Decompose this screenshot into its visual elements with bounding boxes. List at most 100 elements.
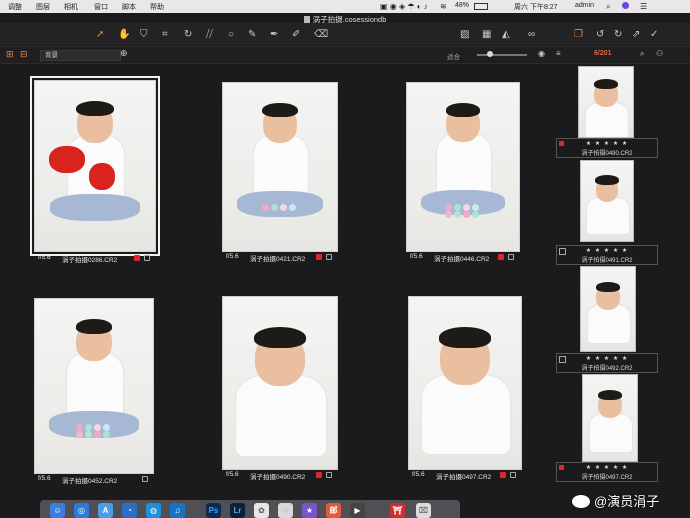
color-label-tag[interactable]: [134, 255, 140, 261]
search-icon[interactable]: ⌕: [606, 2, 610, 12]
thumbnail-image[interactable]: [34, 298, 154, 474]
thumbnail-image[interactable]: [222, 296, 338, 470]
color-label-tag[interactable]: [316, 254, 322, 260]
crop-icon[interactable]: ⌗: [162, 29, 168, 40]
siri-icon[interactable]: [622, 2, 629, 9]
variant-icon[interactable]: [326, 472, 332, 478]
background-select[interactable]: 背景: [40, 50, 121, 61]
menu-camera[interactable]: 相机: [64, 2, 78, 12]
variant-icon[interactable]: [144, 255, 150, 261]
hand-icon[interactable]: ✋: [118, 29, 130, 40]
plastic-ball: [454, 203, 461, 211]
appstore-icon[interactable]: A: [98, 503, 113, 518]
thumbnail-card[interactable]: f/5.6 涡子拍摄0490.CR2: [222, 296, 338, 482]
wechat-icon[interactable]: ◍: [146, 503, 161, 518]
color-label-tag[interactable]: [498, 254, 504, 260]
finder-icon[interactable]: ☺: [50, 503, 65, 518]
capture-icon[interactable]: ◌: [278, 503, 293, 518]
people-icon[interactable]: ⚇: [656, 49, 663, 58]
color-label-tag[interactable]: [500, 472, 506, 478]
eraser-icon[interactable]: ⌫: [314, 29, 328, 40]
qq-icon[interactable]: ◔: [122, 503, 137, 518]
lightroom-icon[interactable]: Lr: [230, 503, 245, 518]
status-icons: ▣ ◉ ◈ ☂ ◐ ♪: [380, 2, 428, 11]
thumbnail-image[interactable]: [408, 296, 522, 470]
star-icon[interactable]: ★: [302, 503, 317, 518]
thumbnail-card[interactable]: f/5.6 涡子拍摄0497.CR2: [408, 296, 522, 482]
pen-icon[interactable]: ✎: [248, 29, 256, 40]
undo-icon[interactable]: ↺: [596, 29, 604, 40]
circle-icon[interactable]: ○: [228, 29, 234, 40]
star-rating[interactable]: ★ ★ ★ ★ ★: [557, 355, 657, 362]
thumbnail-caption: f/5.6 涡子拍摄0490.CR2: [222, 470, 336, 481]
eye-icon[interactable]: ◉: [538, 49, 545, 58]
calendar-icon[interactable]: ⛩: [390, 503, 405, 518]
menu-window[interactable]: 窗口: [94, 2, 108, 12]
thumbnail-card[interactable]: f/5.6 涡子拍摄0452.CR2: [34, 298, 154, 486]
rotate-icon[interactable]: ↻: [184, 29, 192, 40]
menu-adjust[interactable]: 调整: [8, 2, 22, 12]
notification-icon[interactable]: ☰: [640, 2, 647, 11]
thumbnail-image[interactable]: [222, 82, 338, 252]
brush-icon[interactable]: ⧸⧸: [206, 29, 213, 40]
photos-icon[interactable]: ✿: [254, 503, 269, 518]
copy-icon[interactable]: ❐: [574, 29, 583, 40]
check-icon[interactable]: ✓: [650, 29, 658, 40]
variant-icon[interactable]: [142, 476, 148, 482]
thumbnail-card[interactable]: f/5.6 涡子拍摄0446.CR2: [406, 82, 520, 264]
filmstrip-thumbnail[interactable]: [580, 160, 634, 242]
child-shirt: [253, 135, 309, 200]
star-rating[interactable]: ★ ★ ★ ★ ★: [557, 140, 657, 147]
cursor-icon[interactable]: ➚: [96, 29, 104, 40]
marker-icon[interactable]: ✐: [292, 29, 300, 40]
filmstrip-info-box: ★ ★ ★ ★ ★ 涡子拍摄0491.CR2: [556, 245, 658, 265]
thumbnail-image[interactable]: [30, 76, 160, 256]
mail-app-icon[interactable]: 邮: [326, 503, 341, 518]
menu-scripts[interactable]: 脚本: [122, 2, 136, 12]
add-icon[interactable]: ⊕: [120, 48, 128, 59]
menu-layers[interactable]: 图层: [36, 2, 50, 12]
glasses-icon[interactable]: ∞: [528, 29, 535, 40]
stamp-icon[interactable]: ⛉: [140, 29, 148, 40]
zoom-slider[interactable]: [477, 54, 527, 56]
filter-icon[interactable]: ≡: [556, 49, 561, 58]
color-label-tag[interactable]: [132, 476, 138, 482]
music-icon[interactable]: ♫: [170, 503, 185, 518]
safari-icon[interactable]: ◎: [74, 503, 89, 518]
filmstrip-thumbnail[interactable]: [582, 374, 638, 462]
clapper-icon[interactable]: ▶: [350, 503, 365, 518]
clock[interactable]: 周六 下午8:27: [514, 2, 558, 12]
child-figure: [581, 161, 633, 241]
filmstrip-thumbnail[interactable]: [578, 66, 634, 138]
exposure-icon[interactable]: ▦: [482, 29, 491, 40]
redo-icon[interactable]: ↻: [614, 29, 622, 40]
trash-icon[interactable]: ⌧: [416, 503, 431, 518]
thumbnail-card[interactable]: f/5.6 涡子拍摄0421.CR2: [222, 82, 338, 264]
child-hair: [595, 281, 621, 292]
film-view-icon[interactable]: ⊟: [20, 49, 28, 60]
thumbnail-image[interactable]: [406, 82, 520, 252]
photoshop-icon[interactable]: Ps: [206, 503, 221, 518]
child-shirt: [584, 101, 630, 137]
filmstrip-info-box: ★ ★ ★ ★ ★ 涡子拍摄0490.CR2: [556, 138, 658, 158]
grid-view-icon[interactable]: ⊞: [6, 49, 14, 60]
search-icon[interactable]: ⌕: [640, 49, 644, 59]
color-label-tag[interactable]: [316, 472, 322, 478]
export-icon[interactable]: ⇗: [632, 29, 640, 40]
star-rating[interactable]: ★ ★ ★ ★ ★: [557, 247, 657, 254]
filmstrip-thumbnail[interactable]: [580, 266, 636, 352]
variant-icon[interactable]: [510, 472, 516, 478]
user-name[interactable]: admin: [575, 2, 594, 9]
picker-icon[interactable]: ✒: [270, 29, 278, 40]
battery-icon[interactable]: [474, 3, 488, 10]
grid-icon[interactable]: ▨: [460, 29, 469, 40]
menu-help[interactable]: 帮助: [150, 2, 164, 12]
star-rating[interactable]: ★ ★ ★ ★ ★: [557, 464, 657, 471]
variant-icon[interactable]: [508, 254, 514, 260]
zoom-slider-handle[interactable]: [487, 51, 493, 57]
variant-icon[interactable]: [326, 254, 332, 260]
thumbnail-card[interactable]: f/5.6 涡子拍摄0286.CR2: [30, 76, 160, 265]
compare-icon[interactable]: ◭: [502, 29, 510, 40]
child-figure: [579, 67, 633, 137]
wifi-icon[interactable]: ≋: [440, 2, 447, 11]
